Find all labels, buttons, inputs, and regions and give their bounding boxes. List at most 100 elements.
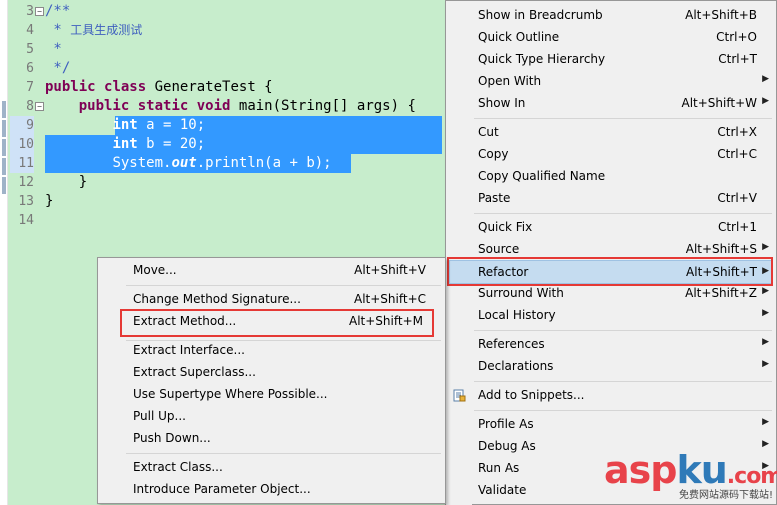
line-number: 10: [10, 135, 34, 154]
menu-item-label: Copy: [478, 147, 509, 161]
menu-item-label: Surround With: [478, 286, 564, 300]
menu-separator: [474, 381, 772, 382]
code-token: .println(a + b);: [196, 155, 332, 171]
field-token: out: [171, 155, 197, 171]
menu-item-label: Push Down...: [133, 431, 211, 445]
menu-item-open-with[interactable]: Open With ▶: [447, 71, 775, 93]
menu-item-copy[interactable]: Copy Ctrl+C: [447, 144, 775, 166]
watermark-part: asp: [604, 448, 677, 492]
code-line: * 工具生成测试: [45, 21, 142, 40]
submenu-item-extract-superclass[interactable]: Extract Superclass...: [99, 362, 444, 384]
menu-separator: [126, 453, 441, 454]
menu-item-quick-outline[interactable]: Quick Outline Ctrl+O: [447, 27, 775, 49]
menu-separator: [474, 213, 772, 214]
submenu-item-use-supertype[interactable]: Use Supertype Where Possible...: [99, 384, 444, 406]
line-number: 13: [18, 194, 34, 209]
code-token: main(String[] args) {: [230, 98, 416, 114]
menu-separator: [474, 330, 772, 331]
submenu-arrow-icon: ▶: [762, 74, 769, 84]
comment-token: *: [45, 22, 71, 38]
menu-item-quick-fix[interactable]: Quick Fix Ctrl+1: [447, 217, 775, 239]
menu-separator: [474, 410, 772, 411]
code-token: System.: [112, 155, 172, 171]
submenu-item-introduce-parameter-object[interactable]: Introduce Parameter Object...: [99, 479, 444, 501]
keyword-token: void: [196, 98, 231, 114]
menu-item-shortcut: Ctrl+V: [717, 191, 757, 205]
code-line: */: [45, 59, 70, 78]
menu-item-label: Extract Class...: [133, 460, 223, 474]
menu-item-profile-as[interactable]: Profile As ▶: [447, 414, 775, 436]
menu-item-label: Show In: [478, 96, 526, 110]
submenu-arrow-icon: ▶: [762, 96, 769, 106]
menu-item-surround-with[interactable]: Surround With Alt+Shift+Z ▶: [447, 283, 775, 305]
menu-item-label: Change Method Signature...: [133, 292, 301, 306]
menu-item-label: Introduce Parameter Object...: [133, 482, 311, 496]
code-line: public static void main(String[] args) {: [45, 97, 416, 116]
menu-item-label: Extract Superclass...: [133, 365, 256, 379]
menu-item-quick-type-hierarchy[interactable]: Quick Type Hierarchy Ctrl+T: [447, 49, 775, 71]
keyword-token: class: [104, 79, 147, 95]
code-token: b = 20;: [137, 136, 206, 152]
line-number: 5: [26, 42, 34, 57]
menu-item-shortcut: Alt+Shift+V: [354, 263, 426, 277]
fold-toggle-icon[interactable]: −: [35, 102, 44, 111]
menu-item-shortcut: Ctrl+C: [717, 147, 757, 161]
line-number: 8: [26, 99, 34, 114]
menu-item-label: Add to Snippets...: [478, 388, 585, 402]
line-number: 6: [26, 61, 34, 76]
menu-item-paste[interactable]: Paste Ctrl+V: [447, 188, 775, 210]
change-marker: [2, 101, 6, 118]
code-line: public class GenerateTest {: [45, 78, 273, 97]
menu-item-shortcut: Alt+Shift+W: [681, 96, 758, 110]
submenu-item-change-method-signature[interactable]: Change Method Signature... Alt+Shift+C: [99, 289, 444, 311]
submenu-arrow-icon: ▶: [762, 286, 769, 296]
menu-item-label: Debug As: [478, 439, 536, 453]
watermark-subtitle: 免费网站源码下载站!: [678, 490, 773, 501]
keyword-token: public: [78, 98, 130, 114]
menu-item-label: Paste: [478, 191, 511, 205]
code-line: }: [45, 192, 53, 211]
context-menu: Show in Breadcrumb Alt+Shift+B Quick Outl…: [445, 0, 777, 505]
menu-item-shortcut: Alt+Shift+S: [685, 242, 757, 256]
line-number: 3: [26, 4, 34, 19]
submenu-arrow-icon: ▶: [762, 417, 769, 427]
fold-toggle-icon[interactable]: −: [35, 7, 44, 16]
menu-item-label: Declarations: [478, 359, 554, 373]
menu-item-show-in[interactable]: Show In Alt+Shift+W ▶: [447, 93, 775, 115]
change-marker: [2, 177, 6, 194]
submenu-item-move[interactable]: Move... Alt+Shift+V: [99, 260, 444, 282]
menu-item-shortcut: Alt+Shift+B: [685, 8, 757, 22]
line-number: 7: [26, 80, 34, 95]
change-marker: [2, 120, 6, 137]
menu-item-local-history[interactable]: Local History ▶: [447, 305, 775, 327]
submenu-item-extract-class[interactable]: Extract Class...: [99, 457, 444, 479]
submenu-item-extract-interface[interactable]: Extract Interface...: [99, 340, 444, 362]
code-token: GenerateTest {: [146, 79, 273, 95]
code-token: a = 10;: [137, 117, 206, 133]
menu-separator: [126, 285, 441, 286]
menu-item-show-in-breadcrumb[interactable]: Show in Breadcrumb Alt+Shift+B: [447, 5, 775, 27]
menu-item-shortcut: Alt+Shift+C: [353, 292, 426, 306]
menu-item-shortcut: Ctrl+X: [717, 125, 757, 139]
menu-item-add-to-snippets[interactable]: Add to Snippets...: [447, 385, 775, 407]
line-number: 11: [10, 154, 34, 173]
menu-item-label: Use Supertype Where Possible...: [133, 387, 328, 401]
line-number: 4: [26, 23, 34, 38]
menu-item-label: Run As: [478, 461, 520, 475]
submenu-item-pull-up[interactable]: Pull Up...: [99, 406, 444, 428]
menu-item-label: Pull Up...: [133, 409, 186, 423]
keyword-token: int: [112, 136, 138, 152]
menu-item-shortcut: Ctrl+1: [717, 220, 757, 234]
submenu-item-push-down[interactable]: Push Down...: [99, 428, 444, 450]
menu-item-label: Quick Outline: [478, 30, 560, 44]
menu-item-references[interactable]: References ▶: [447, 334, 775, 356]
menu-item-label: Validate: [478, 483, 527, 497]
menu-item-declarations[interactable]: Declarations ▶: [447, 356, 775, 378]
submenu-arrow-icon: ▶: [762, 242, 769, 252]
keyword-token: int: [112, 117, 138, 133]
menu-item-cut[interactable]: Cut Ctrl+X: [447, 122, 775, 144]
menu-item-label: Extract Interface...: [133, 343, 245, 357]
menu-item-label: Local History: [478, 308, 556, 322]
menu-item-copy-qualified-name[interactable]: Copy Qualified Name: [447, 166, 775, 188]
site-watermark: aspku.com 免费网站源码下载站!: [604, 448, 777, 505]
